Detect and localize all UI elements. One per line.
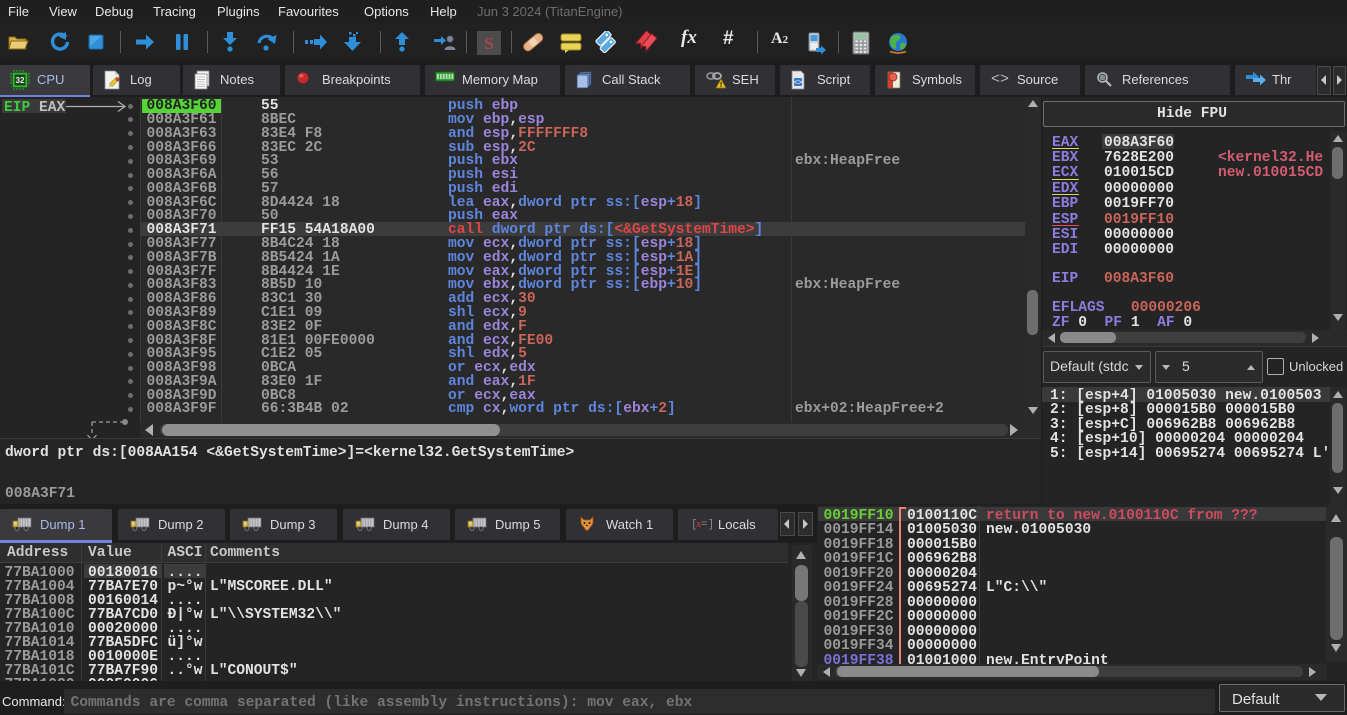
svg-text:<>: <> [794,80,802,88]
svg-text:32: 32 [16,76,25,85]
svg-text:S: S [484,34,493,53]
svg-text:<>: <> [991,71,1009,86]
svg-text:=]: =] [701,519,712,530]
svg-text:!: ! [720,82,722,89]
